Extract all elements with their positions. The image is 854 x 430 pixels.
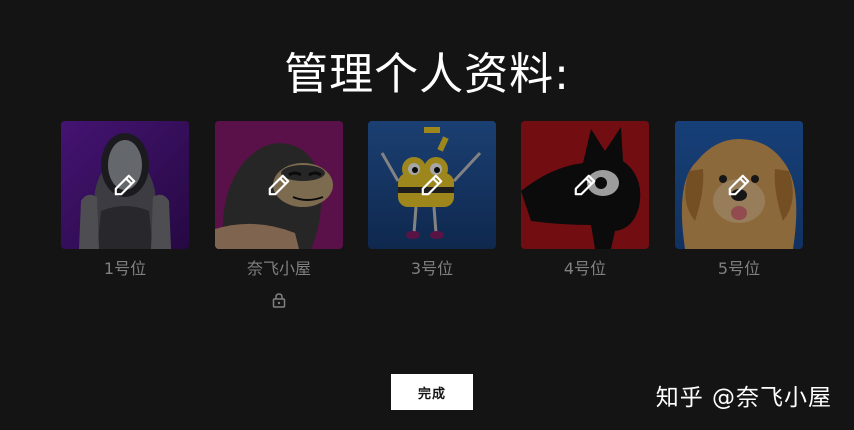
watermark-text: 知乎 @奈飞小屋: [655, 385, 832, 411]
avatar[interactable]: [215, 121, 343, 249]
profile-card-5[interactable]: 5号位: [675, 121, 803, 279]
avatar[interactable]: [521, 121, 649, 249]
profile-card-4[interactable]: 4号位: [521, 121, 649, 279]
lock-icon: [272, 293, 286, 308]
avatar[interactable]: [675, 121, 803, 249]
profile-name: 1号位: [103, 259, 147, 278]
profile-name: 5号位: [717, 259, 761, 278]
pencil-edit-icon[interactable]: [572, 172, 598, 198]
manage-profiles-page: 管理个人资料: 1号位 奈飞小屋 3号位 4号位 5号位 完成 知乎 @奈飞小屋: [0, 0, 854, 430]
avatar[interactable]: [368, 121, 496, 249]
done-button[interactable]: 完成: [391, 374, 473, 410]
avatar[interactable]: [61, 121, 189, 249]
profile-name: 3号位: [410, 259, 454, 278]
profile-name: 奈飞小屋: [246, 259, 311, 278]
profile-card-3[interactable]: 3号位: [368, 121, 496, 279]
profile-card-1[interactable]: 1号位: [61, 121, 189, 279]
pencil-edit-icon[interactable]: [266, 172, 292, 198]
profile-name: 4号位: [563, 259, 607, 278]
pencil-edit-icon[interactable]: [419, 172, 445, 198]
page-title: 管理个人资料:: [284, 49, 570, 100]
profile-card-2[interactable]: 奈飞小屋: [215, 121, 343, 308]
pencil-edit-icon[interactable]: [726, 172, 752, 198]
pencil-edit-icon[interactable]: [112, 172, 138, 198]
